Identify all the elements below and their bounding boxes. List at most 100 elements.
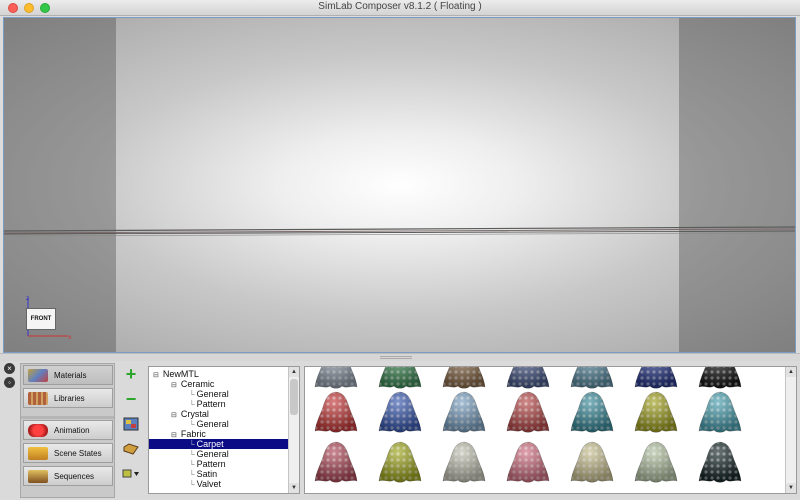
material-category-tree[interactable]: ⊟ NewMTL ⊟ Ceramic └ General └ Pattern ⊟ Crys… (148, 366, 300, 494)
window-title: SimLab Composer v8.1.2 ( Floating ) (318, 1, 482, 12)
view-cube-widget[interactable]: z x FRONT (20, 294, 80, 342)
material-swatch[interactable] (697, 389, 743, 440)
tree-item-newmtl[interactable]: ⊟ NewMTL (153, 369, 199, 379)
scroll-down-icon[interactable]: ▼ (289, 483, 299, 493)
material-swatch[interactable] (505, 439, 551, 490)
materials-panel: × ◦ Materials Libraries Animation Scene … (0, 361, 800, 500)
material-swatch[interactable] (313, 439, 359, 490)
sequences-icon (28, 470, 48, 483)
fabric-drape-icon (378, 441, 422, 483)
fabric-drape-icon (506, 391, 550, 433)
tree-item-crystal[interactable]: ⊟ Crystal (171, 409, 209, 419)
material-swatch[interactable] (569, 439, 615, 490)
ground-plane-object[interactable] (4, 223, 795, 237)
fabric-drape-icon (570, 367, 614, 389)
tree-connector-icon: └ (189, 400, 195, 409)
viewport-right-shade (679, 18, 795, 352)
view-mode-dropdown[interactable] (122, 465, 140, 483)
close-panel-icon[interactable]: × (4, 363, 15, 374)
app-window: SimLab Composer v8.1.2 ( Floating ) z x … (0, 0, 800, 500)
material-swatch[interactable] (569, 389, 615, 440)
minus-icon: − (125, 388, 137, 409)
nav-sequences-button[interactable]: Sequences (23, 466, 113, 486)
tree-item-fabric[interactable]: ⊟ Fabric (171, 429, 206, 439)
tree-scrollbar[interactable]: ▲ ▼ (288, 367, 299, 493)
nav-materials-button[interactable]: Materials (23, 365, 113, 385)
fabric-drape-icon (314, 441, 358, 483)
title-bar: SimLab Composer v8.1.2 ( Floating ) (0, 0, 800, 16)
fabric-drape-icon (506, 441, 550, 483)
material-editor-icon (123, 417, 139, 431)
material-tools: + − (122, 364, 144, 490)
library-folder-icon (123, 443, 139, 455)
panel-splitter[interactable] (0, 353, 800, 361)
material-swatch[interactable] (633, 439, 679, 490)
tree-item-crystal-general[interactable]: └ General (189, 419, 229, 429)
tree-connector-icon: └ (189, 420, 195, 429)
tree-item-fabric-pattern[interactable]: └ Pattern (189, 459, 226, 469)
tree-connector-icon: └ (189, 470, 195, 479)
fabric-drape-icon (314, 391, 358, 433)
material-swatch-gallery[interactable]: ▲ ▼ (304, 366, 797, 494)
animation-icon (28, 424, 48, 437)
fabric-drape-icon (634, 441, 678, 483)
nav-libraries-button[interactable]: Libraries (23, 388, 113, 408)
nav-scene-states-button[interactable]: Scene States (23, 443, 113, 463)
tree-item-fabric-carpet[interactable]: └ Carpet (149, 439, 288, 449)
expand-toggle-icon[interactable]: ⊟ (171, 382, 177, 389)
fabric-drape-icon (698, 441, 742, 483)
material-swatch[interactable] (377, 389, 423, 440)
tree-item-ceramic-pattern[interactable]: └ Pattern (189, 399, 226, 409)
material-swatch[interactable] (441, 389, 487, 440)
tree-connector-icon: └ (189, 450, 195, 459)
nav-materials-label: Materials (54, 370, 87, 380)
fabric-drape-icon (570, 441, 614, 483)
material-swatch[interactable] (441, 439, 487, 490)
fabric-drape-icon (698, 391, 742, 433)
tree-connector-icon: └ (189, 440, 195, 449)
expand-toggle-icon[interactable]: ⊟ (171, 412, 177, 419)
fabric-drape-icon (634, 367, 678, 389)
material-swatch[interactable] (505, 389, 551, 440)
nav-libraries-label: Libraries (54, 393, 85, 403)
nav-animation-button[interactable]: Animation (23, 420, 113, 440)
material-library-button[interactable] (122, 440, 140, 458)
fabric-drape-icon (442, 391, 486, 433)
panel-options-icon[interactable]: ◦ (4, 377, 15, 388)
tree-item-fabric-satin[interactable]: └ Satin (189, 469, 217, 479)
material-swatch[interactable] (633, 389, 679, 440)
tree-connector-icon: └ (189, 480, 195, 489)
scroll-up-icon[interactable]: ▲ (786, 367, 796, 377)
fabric-drape-icon (506, 367, 550, 389)
nav-group-separator (21, 416, 114, 419)
material-swatch[interactable] (313, 389, 359, 440)
material-swatch[interactable] (697, 439, 743, 490)
fabric-drape-icon (442, 441, 486, 483)
tree-item-fabric-general[interactable]: └ General (189, 449, 229, 459)
material-editor-button[interactable] (122, 415, 140, 433)
tree-scroll-thumb[interactable] (290, 379, 298, 415)
panel-side-controls: × ◦ (4, 363, 16, 391)
scene-states-icon (28, 447, 48, 460)
materials-icon (28, 369, 48, 382)
gallery-scrollbar[interactable]: ▲ ▼ (785, 367, 796, 493)
fabric-drape-icon (698, 367, 742, 389)
material-swatch[interactable] (377, 439, 423, 490)
scroll-up-icon[interactable]: ▲ (289, 367, 299, 377)
fabric-drape-icon (314, 367, 358, 389)
add-material-button[interactable]: + (122, 364, 140, 384)
axis-up-label: z (26, 295, 29, 302)
tree-item-fabric-valvet[interactable]: └ Valvet (189, 479, 221, 489)
remove-material-button[interactable]: − (122, 388, 140, 409)
expand-toggle-icon[interactable]: ⊟ (171, 432, 177, 439)
expand-toggle-icon[interactable]: ⊟ (153, 372, 159, 379)
fabric-drape-icon (634, 391, 678, 433)
view-mode-icon (122, 469, 139, 478)
3d-viewport[interactable]: z x FRONT (3, 17, 796, 353)
scroll-down-icon[interactable]: ▼ (786, 483, 796, 493)
tree-item-ceramic-general[interactable]: └ General (189, 389, 229, 399)
front-view-label[interactable]: FRONT (26, 308, 56, 330)
fabric-drape-icon (570, 391, 614, 433)
tree-item-ceramic[interactable]: ⊟ Ceramic (171, 379, 214, 389)
fabric-drape-icon (442, 367, 486, 389)
